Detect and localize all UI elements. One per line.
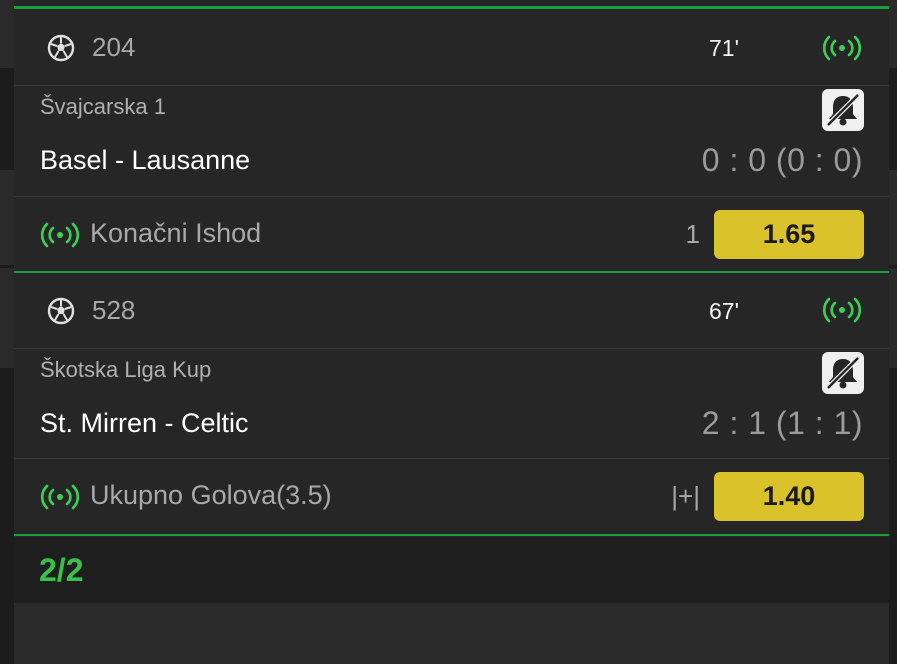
divider — [14, 348, 889, 349]
league-name: Švajcarska 1 — [40, 94, 166, 119]
page-indicator: 2/2 — [39, 552, 84, 588]
divider — [14, 85, 889, 86]
soccer-ball-icon — [47, 297, 75, 325]
odd-button[interactable]: 1.40 — [714, 472, 864, 521]
panel-bottom — [14, 603, 889, 664]
event-separator — [14, 534, 889, 536]
soccer-ball-icon — [47, 34, 75, 62]
match-minute: 71' — [709, 35, 739, 61]
live-broadcast-icon — [822, 35, 862, 61]
live-bets-panel: 204 71' Švajcarska 1 Basel - Lausanne 0 … — [14, 0, 889, 664]
event-number: 528 — [92, 295, 136, 325]
divider — [14, 458, 889, 459]
match-score: 0 : 0 (0 : 0) — [701, 142, 863, 178]
bell-off-icon[interactable] — [822, 352, 864, 394]
league-name: Škotska Liga Kup — [40, 357, 212, 382]
event-number: 204 — [92, 32, 136, 62]
event-separator — [14, 271, 889, 273]
market-name: Ukupno Golova(3.5) — [90, 480, 332, 510]
match-teams: Basel - Lausanne — [40, 145, 251, 175]
market-name: Konačni Ishod — [90, 218, 262, 248]
odd-button[interactable]: 1.65 — [714, 210, 864, 259]
live-broadcast-icon — [40, 222, 80, 248]
match-teams: St. Mirren - Celtic — [40, 408, 249, 438]
live-broadcast-icon — [822, 297, 862, 323]
panel-top-accent — [14, 6, 889, 9]
match-minute: 67' — [709, 298, 739, 324]
match-score: 2 : 1 (1 : 1) — [701, 405, 863, 441]
outcome-label: |+| — [671, 481, 700, 511]
pager-bar — [14, 537, 889, 603]
outcome-label: 1 — [685, 219, 700, 249]
divider — [14, 196, 889, 197]
bell-off-icon[interactable] — [822, 89, 864, 131]
live-broadcast-icon — [40, 484, 80, 510]
